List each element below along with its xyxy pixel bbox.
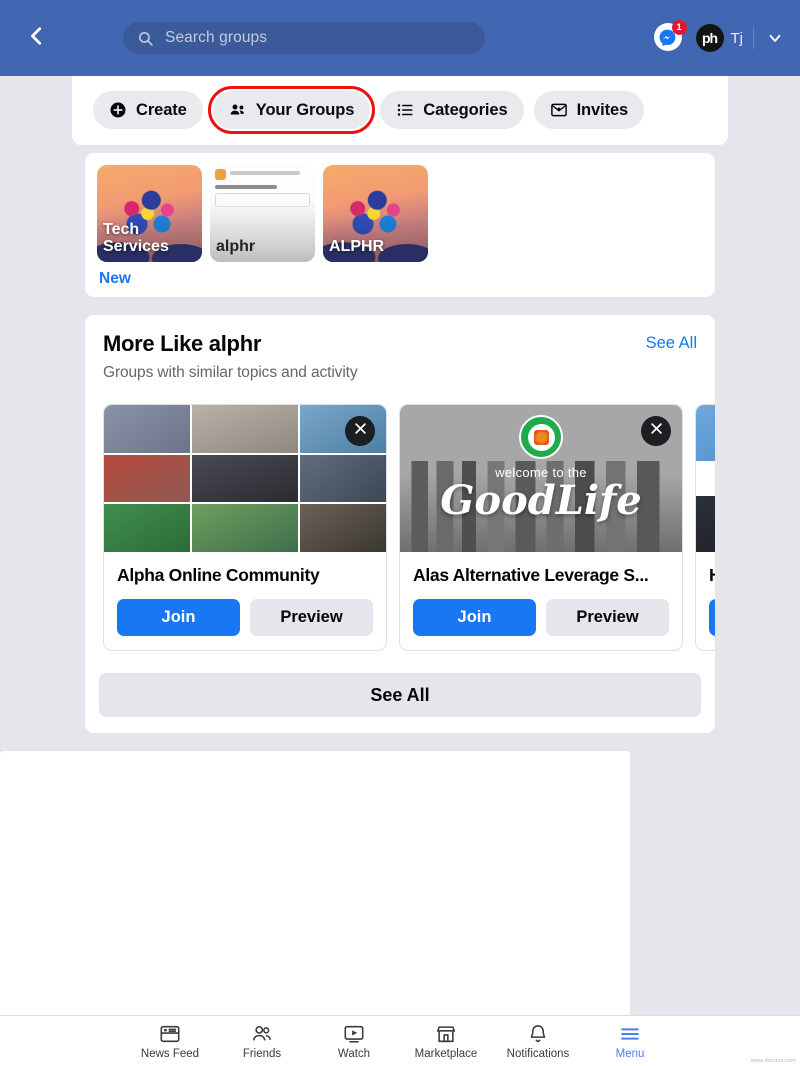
groups-tabbar: Create Your Groups Categories Invites [72, 76, 728, 145]
avatar-label: ph [701, 30, 718, 46]
goodlife-cover-art: welcome to the GoodLife [400, 405, 682, 552]
join-button[interactable] [709, 599, 715, 636]
more-like-title: More Like alphr [103, 331, 262, 356]
more-like-section: More Like alphr Groups with similar topi… [85, 315, 715, 733]
group-card-actions: Join Preview [413, 599, 669, 636]
suggested-group-card[interactable]: Alpha Online Community Join Preview [103, 404, 387, 651]
join-button[interactable]: Join [413, 599, 536, 636]
search-placeholder: Search groups [165, 29, 268, 46]
preview-button[interactable]: Preview [546, 599, 669, 636]
preview-button[interactable]: Preview [250, 599, 373, 636]
nav-item-watch[interactable]: Watch [308, 1023, 400, 1060]
thumbnail-label: alphr [216, 237, 256, 255]
empty-content-card [0, 751, 630, 1015]
nav-label: Watch [337, 1047, 371, 1060]
nav-label: Marketplace [414, 1047, 478, 1060]
nav-item-friends[interactable]: Friends [216, 1023, 308, 1060]
thumbnail-item[interactable]: Tech Services New [97, 165, 202, 288]
cover-title-text: GoodLife [440, 477, 642, 524]
building-cover-art [696, 405, 715, 552]
thumbnail-item[interactable]: alphr [210, 165, 315, 288]
bottom-navigation: News Feed Friends Watch Marketplace Noti [0, 1015, 800, 1066]
chevron-left-icon [26, 25, 48, 52]
page-body: Create Your Groups Categories Invites Te… [0, 76, 800, 1015]
collage-art [104, 405, 386, 552]
header-actions: 1 ph Tj [653, 20, 787, 53]
messenger-button[interactable]: 1 [653, 20, 687, 53]
group-thumbnail-alphr[interactable]: alphr [210, 165, 315, 262]
nav-label: Menu [615, 1047, 645, 1060]
see-all-button[interactable]: See All [99, 673, 701, 717]
group-cover-image: welcome to the GoodLife [400, 405, 682, 552]
group-card-title: Alpha Online Community [117, 565, 320, 585]
list-icon [396, 101, 414, 119]
thumbnail-label: ALPHR [329, 237, 385, 255]
friends-icon [251, 1023, 273, 1045]
your-groups-thumbnails: Tech Services New alphr ALPHR [85, 153, 715, 297]
close-icon [353, 421, 368, 441]
suggested-groups-carousel[interactable]: Alpha Online Community Join Preview welc… [85, 382, 715, 651]
nav-item-menu[interactable]: Menu [584, 1023, 676, 1060]
nav-item-notifications[interactable]: Notifications [492, 1023, 584, 1060]
group-card-actions [709, 599, 715, 636]
watermark: www.docuss.com [750, 1058, 796, 1064]
newsfeed-icon [159, 1023, 181, 1045]
group-thumbnail-tech-services[interactable]: Tech Services [97, 165, 202, 262]
hamburger-menu-icon [619, 1023, 641, 1045]
nav-item-news-feed[interactable]: News Feed [124, 1023, 216, 1060]
thumbnail-label: Tech Services [103, 221, 169, 255]
group-card-body: Alpha Online Community Join Preview [104, 552, 386, 650]
nav-label: Notifications [506, 1047, 570, 1060]
app-screen: Search groups 1 ph Tj Create Your Groups… [0, 0, 800, 1066]
tab-your-groups[interactable]: Your Groups [207, 86, 375, 134]
group-cover-image [104, 405, 386, 552]
tab-your-groups-label: Your Groups [255, 100, 355, 119]
close-icon [649, 421, 664, 441]
nav-item-marketplace[interactable]: Marketplace [400, 1023, 492, 1060]
thumbnail-new-badge: New [99, 270, 131, 287]
messenger-badge: 1 [671, 20, 687, 35]
invite-envelope-icon [550, 101, 568, 119]
plus-circle-icon [109, 101, 127, 119]
tab-create-label: Create [136, 100, 187, 119]
tab-categories[interactable]: Categories [380, 91, 524, 129]
thumbnail-item[interactable]: ALPHR [323, 165, 428, 288]
dismiss-card-button[interactable] [345, 416, 375, 446]
app-header: Search groups 1 ph Tj [0, 0, 800, 76]
tab-create[interactable]: Create [93, 91, 203, 129]
user-initials: Tj [730, 29, 744, 47]
account-dropdown-button[interactable] [766, 29, 784, 47]
more-like-header: More Like alphr Groups with similar topi… [85, 331, 715, 382]
see-all-link[interactable]: See All [646, 331, 697, 353]
group-card-body: Alas Alternative Leverage S... Join Prev… [400, 552, 682, 650]
group-card-body: H [696, 552, 715, 650]
group-logo-icon [519, 415, 563, 459]
search-input[interactable]: Search groups [123, 22, 485, 54]
join-button[interactable]: Join [117, 599, 240, 636]
nav-label: Friends [242, 1047, 282, 1060]
thumbnails-row: Tech Services New alphr ALPHR [97, 165, 715, 288]
suggested-group-card[interactable]: welcome to the GoodLife Alas Alternative… [399, 404, 683, 651]
search-icon [137, 30, 154, 47]
header-divider [753, 27, 754, 49]
group-card-title: Alas Alternative Leverage S... [413, 565, 649, 585]
group-card-title: H [709, 565, 715, 586]
group-cover-image [696, 405, 715, 552]
nav-label: News Feed [140, 1047, 200, 1060]
dismiss-card-button[interactable] [641, 416, 671, 446]
group-thumbnail-alphr-caps[interactable]: ALPHR [323, 165, 428, 262]
tab-categories-label: Categories [423, 100, 508, 119]
back-button[interactable] [14, 15, 60, 61]
watch-play-icon [343, 1023, 365, 1045]
suggested-group-card[interactable]: H [695, 404, 715, 651]
tab-invites[interactable]: Invites [533, 91, 645, 129]
avatar[interactable]: ph [695, 24, 724, 52]
marketplace-store-icon [435, 1023, 457, 1045]
bell-icon [527, 1023, 549, 1045]
tabs-row: Create Your Groups Categories Invites [72, 86, 728, 134]
tab-invites-label: Invites [576, 100, 629, 119]
more-like-subtitle: Groups with similar topics and activity [103, 364, 358, 381]
people-icon [229, 101, 247, 119]
group-card-actions: Join Preview [117, 599, 373, 636]
